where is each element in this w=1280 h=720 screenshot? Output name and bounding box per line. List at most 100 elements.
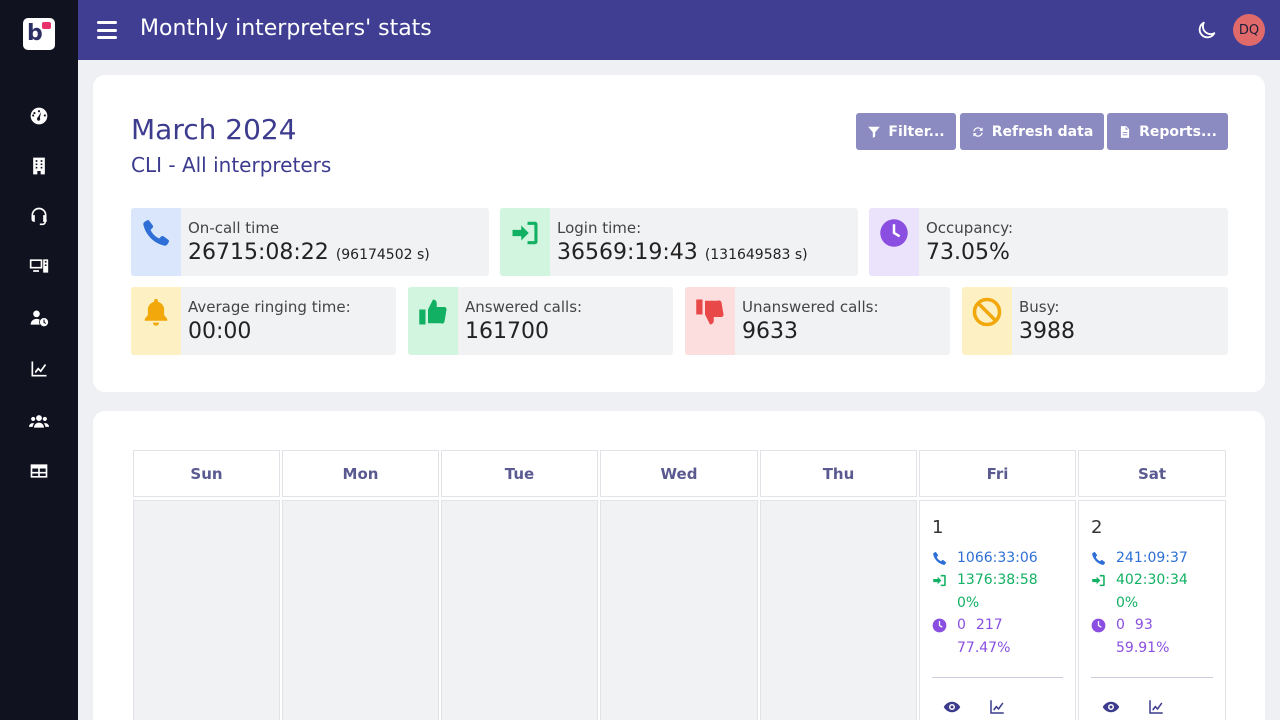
group-subtitle: CLI - All interpreters xyxy=(131,153,332,177)
phone-icon xyxy=(131,208,181,276)
table-icon[interactable] xyxy=(27,459,51,483)
day-occupancy-b: 217 xyxy=(975,617,1003,633)
headset-icon[interactable] xyxy=(27,204,51,228)
thumbs-up-icon xyxy=(408,287,458,355)
weekday-header: Mon xyxy=(282,450,439,497)
login-time-stat: Login time: 36569:19:43 (131649583 s) xyxy=(500,208,858,276)
ringing-value: 00:00 xyxy=(188,319,252,344)
day-login-row: 1376:38:58 xyxy=(932,572,1038,588)
day-login-percent: 0% xyxy=(1116,595,1139,611)
computer-icon[interactable] xyxy=(27,254,51,278)
reports-button[interactable]: Reports... xyxy=(1107,113,1228,150)
day-occupancy-percent: 77.47% xyxy=(957,640,1011,656)
weekday-header: Fri xyxy=(919,450,1076,497)
calendar-empty-cell xyxy=(282,500,439,720)
calendar-empty-cell xyxy=(760,500,917,720)
day-number: 2 xyxy=(1091,517,1103,538)
weekday-header: Sat xyxy=(1078,450,1226,497)
day-login-value: 1376:38:58 xyxy=(957,572,1038,588)
file-icon xyxy=(1121,125,1130,138)
divider xyxy=(932,677,1063,678)
calendar-empty-cell xyxy=(133,500,280,720)
app-logo[interactable]: b xyxy=(23,18,55,50)
thumbs-down-icon xyxy=(685,287,735,355)
sidebar: b xyxy=(0,0,78,720)
weekday-header: Sun xyxy=(133,450,280,497)
weekday-header: Wed xyxy=(600,450,758,497)
menu-toggle-button[interactable] xyxy=(97,21,117,39)
ringing-label: Average ringing time: xyxy=(188,298,351,316)
day-login-percent: 0% xyxy=(957,595,980,611)
calendar-day-cell: 2 241:09:37 402:30:34 0% 0 93 59.91% xyxy=(1078,500,1226,720)
day-occupancy-a: 0 xyxy=(957,617,966,633)
dark-mode-moon-icon[interactable] xyxy=(1196,19,1218,41)
weekday-header: Tue xyxy=(441,450,598,497)
day-login-row: 402:30:34 xyxy=(1091,572,1188,588)
divider xyxy=(1091,677,1213,678)
oncall-value-seconds: (96174502 s) xyxy=(335,247,430,263)
chart-line-icon[interactable] xyxy=(1147,698,1167,718)
login-value-main: 36569:19:43 xyxy=(557,240,698,265)
busy-stat: Busy: 3988 xyxy=(962,287,1228,355)
unanswered-value: 9633 xyxy=(742,319,798,344)
day-oncall-value: 1066:33:06 xyxy=(957,550,1038,566)
sign-in-icon xyxy=(1092,574,1105,586)
oncall-value-main: 26715:08:22 xyxy=(188,240,329,265)
clock-icon xyxy=(932,618,947,632)
calendar-day-cell: 1 1066:33:06 1376:38:58 0% 0 217 77.47% xyxy=(919,500,1076,720)
view-eye-icon[interactable] xyxy=(943,698,963,718)
occupancy-stat: Occupancy: 73.05% xyxy=(869,208,1228,276)
view-eye-icon[interactable] xyxy=(1102,698,1122,718)
top-bar: Monthly interpreters' stats DQ xyxy=(78,0,1280,60)
answered-value: 161700 xyxy=(465,319,549,344)
building-icon[interactable] xyxy=(27,154,51,178)
busy-label: Busy: xyxy=(1019,298,1060,316)
sign-in-icon xyxy=(933,574,946,586)
users-icon[interactable] xyxy=(27,409,51,433)
gauge-icon[interactable] xyxy=(27,104,51,128)
page-title: Monthly interpreters' stats xyxy=(140,16,432,41)
phone-icon xyxy=(933,551,947,565)
bell-icon xyxy=(131,287,181,355)
day-oncall-row: 241:09:37 xyxy=(1091,550,1188,566)
filter-button[interactable]: Filter... xyxy=(856,113,956,150)
oncall-value: 26715:08:22 (96174502 s) xyxy=(188,240,430,265)
clock-icon xyxy=(1091,618,1106,632)
user-avatar[interactable]: DQ xyxy=(1233,14,1265,46)
login-label: Login time: xyxy=(557,219,642,237)
occupancy-value: 73.05% xyxy=(926,240,1010,265)
phone-icon xyxy=(1092,551,1106,565)
day-oncall-row: 1066:33:06 xyxy=(932,550,1038,566)
busy-value: 3988 xyxy=(1019,319,1075,344)
user-clock-icon[interactable] xyxy=(27,306,51,330)
oncall-time-stat: On-call time 26715:08:22 (96174502 s) xyxy=(131,208,489,276)
filter-icon xyxy=(868,126,881,138)
filter-button-label: Filter... xyxy=(888,123,945,140)
oncall-label: On-call time xyxy=(188,219,280,237)
day-occupancy-percent: 59.91% xyxy=(1116,640,1170,656)
day-number: 1 xyxy=(932,517,944,538)
calendar-card: Sun Mon Tue Wed Thu Fri Sat 1 1066:33:06… xyxy=(93,411,1265,720)
refresh-button-label: Refresh data xyxy=(991,123,1094,140)
day-occupancy-row: 0 93 xyxy=(1091,617,1153,633)
day-occupancy-row: 0 217 xyxy=(932,617,1003,633)
day-occupancy-b: 93 xyxy=(1134,617,1153,633)
sign-in-icon xyxy=(500,208,550,276)
unanswered-label: Unanswered calls: xyxy=(742,298,879,316)
clock-icon xyxy=(869,208,919,276)
calendar-empty-cell xyxy=(600,500,758,720)
reports-button-label: Reports... xyxy=(1139,123,1217,140)
line-chart-icon[interactable] xyxy=(27,357,51,381)
login-value-seconds: (131649583 s) xyxy=(704,247,808,263)
answered-label: Answered calls: xyxy=(465,298,583,316)
refresh-data-button[interactable]: Refresh data xyxy=(960,113,1104,150)
answered-calls-stat: Answered calls: 161700 xyxy=(408,287,673,355)
month-title: March 2024 xyxy=(131,113,297,146)
chart-line-icon[interactable] xyxy=(988,698,1008,718)
calendar-empty-cell xyxy=(441,500,598,720)
refresh-icon xyxy=(973,126,983,137)
ban-icon xyxy=(962,287,1012,355)
unanswered-calls-stat: Unanswered calls: 9633 xyxy=(685,287,950,355)
weekday-header: Thu xyxy=(760,450,917,497)
day-login-value: 402:30:34 xyxy=(1116,572,1188,588)
